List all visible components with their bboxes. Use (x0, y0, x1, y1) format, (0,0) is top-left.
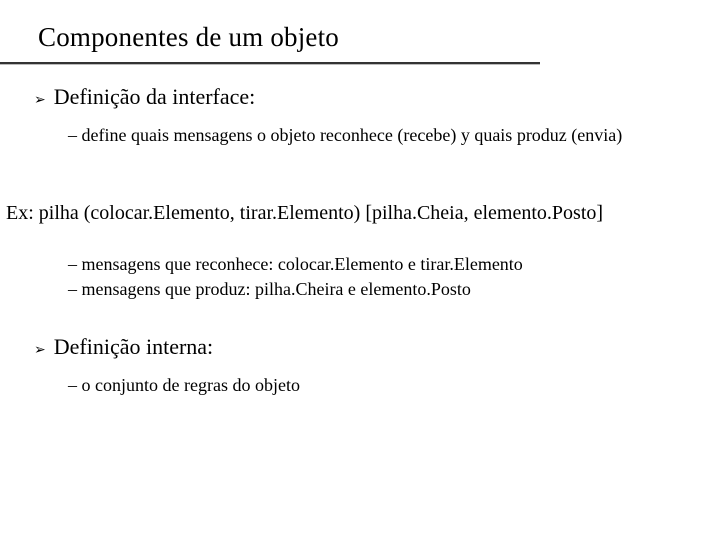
example-subs: – mensagens que reconhece: colocar.Eleme… (68, 252, 692, 302)
bullet-internal-sub: – o conjunto de regras do objeto (68, 373, 692, 397)
content-block-2: ➢ Definição interna: – o conjunto de reg… (34, 334, 692, 397)
bullet-interface: ➢ Definição da interface: (34, 84, 692, 113)
example-sub-2: – mensagens que produz: pilha.Cheira e e… (68, 277, 692, 302)
bullet-internal-label: Definição interna: (54, 334, 213, 360)
title-underline-light (0, 64, 540, 65)
example-line: Ex: pilha (colocar.Elemento, tirar.Eleme… (6, 202, 692, 225)
example-sub-1: – mensagens que reconhece: colocar.Eleme… (68, 252, 692, 277)
bullet-internal: ➢ Definição interna: (34, 334, 692, 363)
bullet-interface-label: Definição da interface: (54, 84, 256, 110)
arrow-icon: ➢ (34, 339, 46, 363)
arrow-icon: ➢ (34, 89, 46, 113)
slide: { "title": "Componentes de um objeto", "… (0, 0, 720, 540)
content-block-1: ➢ Definição da interface: – define quais… (34, 84, 692, 151)
bullet-interface-sub: – define quais mensagens o objeto reconh… (68, 123, 692, 147)
slide-title: Componentes de um objeto (38, 22, 339, 53)
